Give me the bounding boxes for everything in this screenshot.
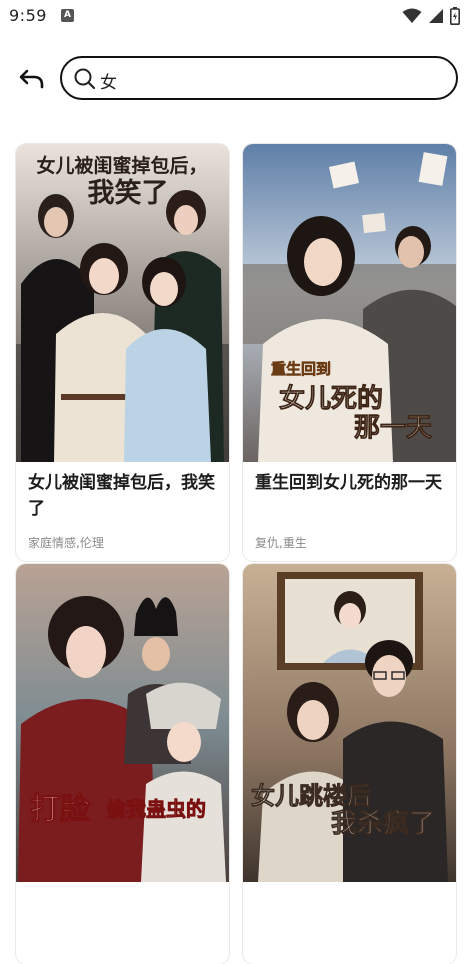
poster-title-line-2: 偷我蛊虫的 [106,797,206,821]
drama-tags: 家庭情感,伦理 [28,536,104,550]
poster-title-line-2: 我笑了 [88,177,169,209]
drama-title[interactable]: 重生回到女儿死的那一天 [255,470,444,522]
drama-title[interactable]: 女儿被闺蜜掉包后，我笑了 [28,470,217,522]
drama-poster[interactable]: 重生回到 女儿死的 那一天 [243,144,456,462]
drama-tags: 复仇,重生 [255,536,307,550]
poster-title-line-1: 重生回到 [271,360,331,378]
back-button[interactable] [16,63,48,95]
drama-title[interactable] [255,890,444,942]
drama-card[interactable]: 女儿跳楼后 我杀疯了 [243,564,456,964]
poster-title-line-1: 女儿跳楼后 [251,781,371,810]
cellular-signal-icon [429,9,443,23]
battery-icon [450,7,460,25]
system-icons [402,6,460,26]
search-query[interactable]: 女 [100,68,117,93]
search-icon [74,68,96,90]
notification-icon: A [61,9,74,22]
drama-card[interactable]: 重生回到 女儿死的 那一天 重生回到女儿死的那一天 复仇,重生 [243,144,456,561]
poster-title-line-2: 女儿死的 [279,383,383,414]
drama-poster[interactable]: 女儿跳楼后 我杀疯了 [243,564,456,882]
poster-title-line-2: 我杀疯了 [331,808,435,839]
back-arrow-icon [19,69,44,89]
drama-poster[interactable]: 打脸 偷我蛊虫的 [16,564,229,882]
poster-title-line-1: 打脸 [30,792,91,827]
wifi-icon [402,8,422,23]
drama-poster[interactable]: 女儿被闺蜜掉包后， 我笑了 [16,144,229,462]
status-bar: 9:59 A [0,0,470,32]
drama-card[interactable]: 女儿被闺蜜掉包后， 我笑了 女儿被闺蜜掉包后，我笑了 家庭情感,伦理 [16,144,229,561]
search-input[interactable]: 女 [60,56,458,100]
poster-title-line-3: 那一天 [354,413,432,443]
drama-title[interactable] [28,890,217,942]
clock: 9:59 [9,6,47,25]
poster-title-line-1: 女儿被闺蜜掉包后， [36,154,207,177]
drama-card[interactable]: 打脸 偷我蛊虫的 [16,564,229,964]
search-header: 女 [0,52,470,108]
